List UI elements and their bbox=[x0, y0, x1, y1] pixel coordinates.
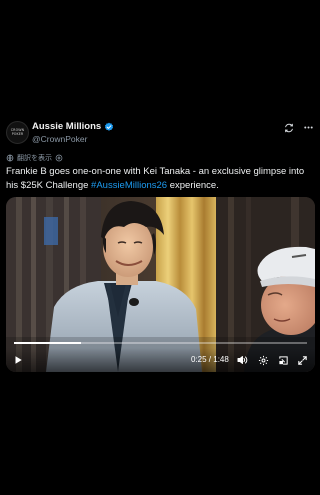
progress-bar[interactable] bbox=[14, 342, 307, 344]
author-name-row[interactable]: Aussie Millions bbox=[32, 121, 114, 132]
gear-icon[interactable] bbox=[257, 354, 269, 366]
volume-icon[interactable] bbox=[236, 354, 248, 366]
fullscreen-icon[interactable] bbox=[296, 354, 308, 366]
refresh-icon[interactable] bbox=[283, 122, 294, 133]
handle[interactable]: @CrownPoker bbox=[32, 134, 87, 144]
picture-in-picture-icon[interactable] bbox=[277, 354, 289, 366]
tweet: CROWN POKER Aussie Millions @CrownPoker … bbox=[0, 0, 320, 495]
video-player[interactable]: 0:25 / 1:48 bbox=[6, 197, 315, 372]
verified-badge-icon bbox=[105, 122, 114, 131]
avatar-logo-text: CROWN POKER bbox=[10, 127, 25, 136]
hashtag-link[interactable]: #AussieMillions26 bbox=[91, 180, 167, 191]
avatar[interactable]: CROWN POKER bbox=[6, 121, 29, 144]
progress-fill bbox=[14, 342, 82, 344]
globe-icon bbox=[6, 154, 14, 162]
video-controls: 0:25 / 1:48 bbox=[6, 348, 315, 372]
display-name[interactable]: Aussie Millions bbox=[32, 121, 101, 132]
play-icon[interactable] bbox=[13, 355, 23, 365]
translate-row[interactable]: 翻訳を表示 bbox=[6, 153, 63, 163]
video-frame bbox=[6, 197, 315, 372]
tweet-text-part: experience. bbox=[167, 180, 219, 191]
more-icon[interactable] bbox=[303, 122, 314, 133]
video-time: 0:25 / 1:48 bbox=[191, 355, 229, 364]
settings-circle-icon[interactable] bbox=[55, 154, 63, 162]
tweet-text: Frankie B goes one-on-one with Kei Tanak… bbox=[6, 165, 316, 193]
translate-link[interactable]: 翻訳を表示 bbox=[17, 153, 52, 163]
